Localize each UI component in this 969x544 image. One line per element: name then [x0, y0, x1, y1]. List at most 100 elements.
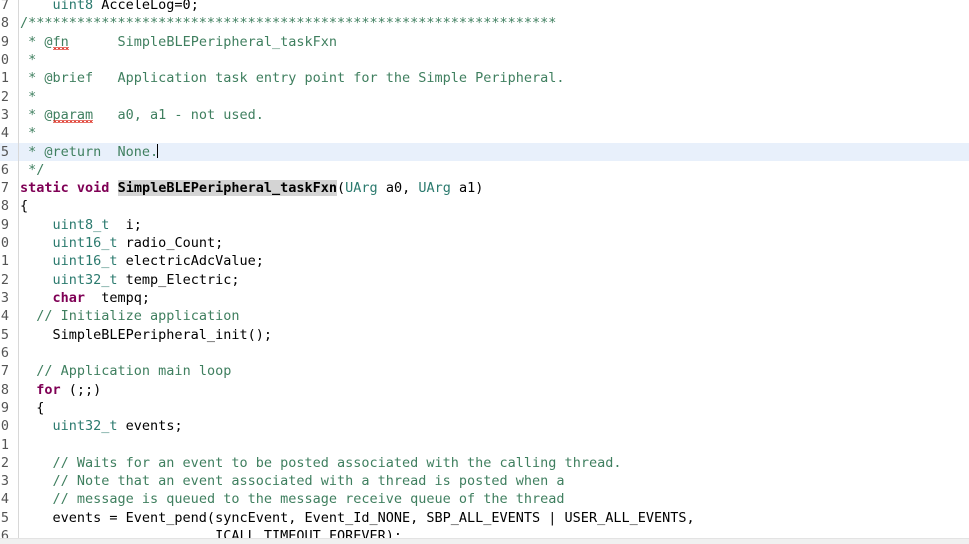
- code-token: (;;): [60, 381, 102, 398]
- comment-token: *: [20, 125, 37, 142]
- code-line[interactable]: * @fn SimpleBLEPeripheral_taskFxn: [19, 33, 969, 51]
- code-line[interactable]: * @brief Application task entry point fo…: [19, 69, 969, 87]
- text-caret: [157, 143, 159, 158]
- code-line[interactable]: *: [19, 51, 969, 69]
- code-line[interactable]: * @param a0, a1 - not used.: [19, 106, 969, 124]
- type-token: uint32_t: [52, 271, 118, 288]
- code-line[interactable]: events = Event_pend(syncEvent, Event_Id_…: [19, 509, 969, 527]
- type-token: UArg: [418, 180, 451, 197]
- line-number: 0: [0, 418, 9, 435]
- type-token: UArg: [345, 180, 378, 197]
- keyword-token: char: [52, 290, 86, 306]
- occurrence-highlight-token: SimpleBLEPeripheral_taskFxn: [117, 180, 338, 197]
- code-token: events = Event_pend(syncEvent, Event_Id_…: [20, 509, 695, 526]
- line-number: 3: [0, 473, 9, 490]
- line-number: 8: [0, 381, 9, 398]
- code-token: a1): [450, 180, 484, 197]
- line-number: 5: [0, 326, 9, 343]
- line-number: 4: [0, 491, 9, 508]
- code-line[interactable]: uint16_t radio_Count;: [19, 234, 969, 252]
- code-line[interactable]: // Waits for an event to be posted assoc…: [19, 454, 969, 472]
- line-number: 7: [0, 180, 9, 197]
- line-number: 2: [0, 88, 9, 105]
- code-token: (: [337, 180, 346, 197]
- line-number: 8: [0, 198, 9, 215]
- code-editor[interactable]: 789012345678901234567890123456 uint8 Acc…: [0, 0, 969, 544]
- code-token: SimpleBLEPeripheral_init();: [20, 326, 272, 343]
- comment-token: *: [20, 51, 37, 68]
- line-number: 1: [0, 70, 9, 87]
- line-number: 0: [0, 51, 9, 68]
- keyword-token: void: [76, 180, 110, 197]
- comment-token: *: [20, 88, 37, 105]
- code-line[interactable]: uint32_t events;: [19, 417, 969, 435]
- code-line[interactable]: // Note that an event associated with a …: [19, 472, 969, 490]
- code-token: electricAdcValue;: [117, 253, 264, 270]
- code-line[interactable]: /***************************************…: [19, 14, 969, 32]
- code-token: radio_Count;: [117, 235, 224, 252]
- line-number: 3: [0, 290, 9, 306]
- comment-token: a0, a1 - not used.: [93, 106, 264, 123]
- code-line[interactable]: {: [19, 197, 969, 215]
- code-line[interactable]: char tempq;: [19, 289, 969, 307]
- line-number: 5: [0, 509, 9, 526]
- code-line[interactable]: for (;;): [19, 381, 969, 399]
- code-line[interactable]: [19, 344, 969, 362]
- type-token: uint16_t: [52, 253, 118, 270]
- line-number: 2: [0, 454, 9, 471]
- comment-token: * @: [20, 106, 53, 123]
- code-line[interactable]: */: [19, 161, 969, 179]
- comment-token: * @: [20, 33, 53, 50]
- code-line[interactable]: static void SimpleBLEPeripheral_taskFxn(…: [19, 179, 969, 197]
- code-line[interactable]: // message is queued to the message rece…: [19, 490, 969, 508]
- line-number: 2: [0, 271, 9, 288]
- line-number: 6: [0, 344, 9, 361]
- code-line-current[interactable]: * @return None.: [19, 142, 969, 161]
- keyword-token: static: [20, 180, 69, 197]
- code-token: a0,: [377, 180, 419, 197]
- code-line[interactable]: *: [19, 88, 969, 106]
- code-text-area[interactable]: uint8 AcceleLog=0;/*********************…: [19, 0, 969, 544]
- type-token: uint16_t: [52, 235, 118, 252]
- type-token: uint32_t: [52, 418, 118, 435]
- code-line[interactable]: uint8_t i;: [19, 216, 969, 234]
- code-token: {: [20, 399, 45, 416]
- code-line[interactable]: uint8 AcceleLog=0;: [19, 0, 969, 14]
- line-number-gutter[interactable]: 789012345678901234567890123456: [0, 0, 19, 544]
- line-number: 9: [0, 216, 9, 233]
- code-line[interactable]: SimpleBLEPeripheral_init();: [19, 326, 969, 344]
- line-number: 6: [0, 161, 9, 178]
- line-number: 7: [0, 0, 9, 13]
- line-number: 1: [0, 436, 9, 453]
- code-line[interactable]: uint16_t electricAdcValue;: [19, 252, 969, 270]
- line-number: 5: [0, 142, 18, 161]
- comment-token: // Initialize application: [36, 308, 240, 325]
- line-number: 8: [0, 15, 9, 32]
- line-number: 9: [0, 33, 9, 50]
- comment-token: /***************************************…: [20, 15, 557, 32]
- code-line[interactable]: {: [19, 399, 969, 417]
- comment-token: SimpleBLEPeripheral_taskFxn: [68, 33, 337, 50]
- comment-token: param: [52, 106, 94, 124]
- code-line[interactable]: // Application main loop: [19, 362, 969, 380]
- comment-token: * @brief Application task entry point fo…: [20, 70, 565, 87]
- code-line[interactable]: *: [19, 124, 969, 142]
- code-line[interactable]: // Initialize application: [19, 307, 969, 325]
- code-line[interactable]: [19, 436, 969, 454]
- code-line[interactable]: uint32_t temp_Electric;: [19, 271, 969, 289]
- comment-token: // Application main loop: [36, 363, 232, 380]
- line-number: 1: [0, 253, 9, 270]
- line-number: 4: [0, 308, 9, 325]
- comment-token: */: [20, 161, 45, 178]
- type-token: uint8: [52, 0, 94, 13]
